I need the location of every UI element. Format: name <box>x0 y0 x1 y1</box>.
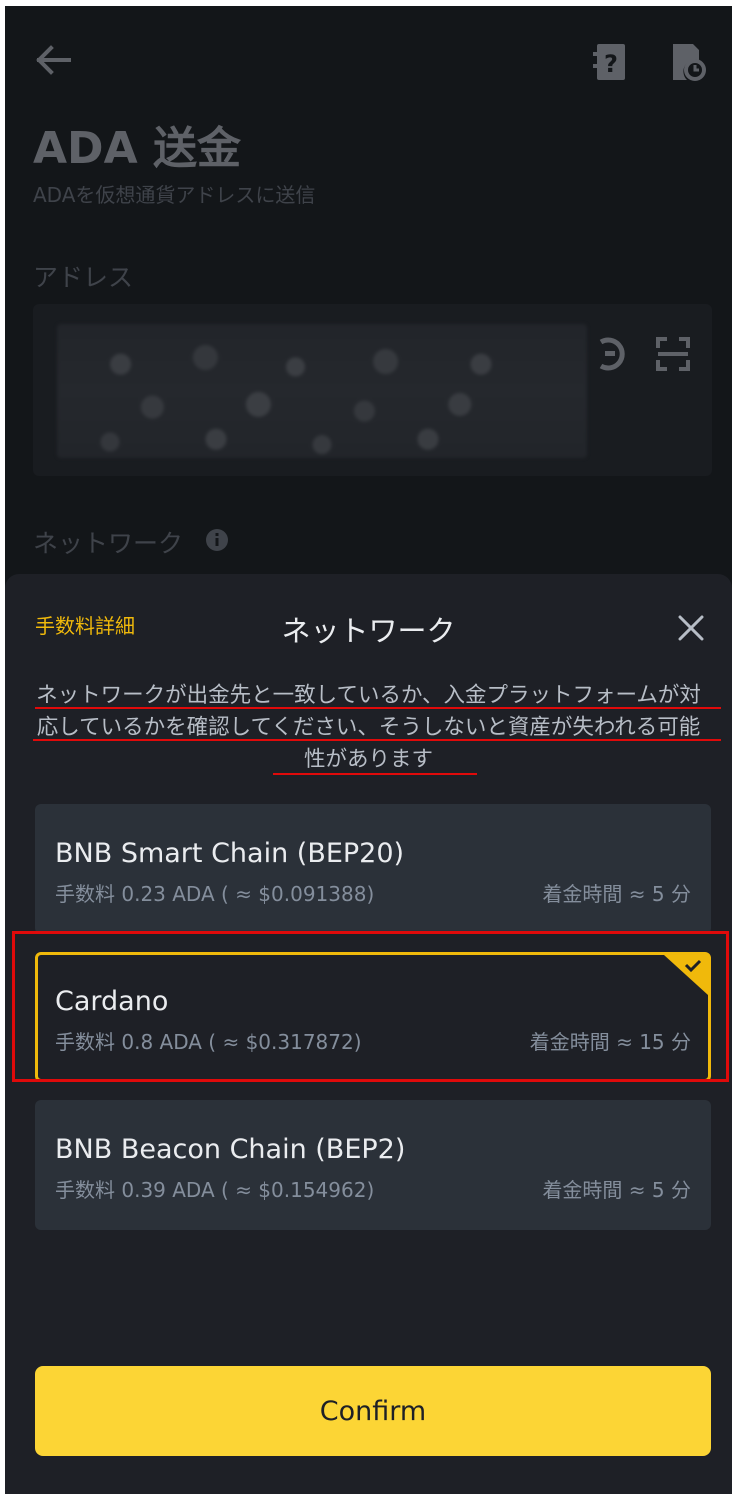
network-label: ネットワーク <box>33 529 184 558</box>
svg-text:?: ? <box>604 50 618 78</box>
sheet-title: ネットワーク <box>281 614 456 648</box>
contact-icon[interactable] <box>597 336 627 372</box>
network-warning: ネットワークが出金先と一致しているか、入金プラットフォームが対応しているかを確認… <box>36 683 701 772</box>
back-arrow-icon[interactable] <box>33 42 73 78</box>
network-name: Cardano <box>55 986 169 1017</box>
confirm-button[interactable]: Confirm <box>35 1366 711 1456</box>
address-input[interactable] <box>33 304 712 476</box>
network-arrival-time: 着金時間 ≈ 5 分 <box>542 1178 691 1202</box>
network-fee: 手数料 0.23 ADA ( ≈ $0.091388) <box>55 882 375 906</box>
network-name: BNB Beacon Chain (BEP2) <box>55 1134 406 1165</box>
checkmark-icon <box>664 955 708 995</box>
network-option-bep2[interactable]: BNB Beacon Chain (BEP2) 手数料 0.39 ADA ( ≈… <box>35 1100 711 1230</box>
network-arrival-time: 着金時間 ≈ 15 分 <box>529 1030 691 1054</box>
network-option-cardano[interactable]: Cardano 手数料 0.8 ADA ( ≈ $0.317872) 着金時間 … <box>35 952 711 1082</box>
network-fee: 手数料 0.8 ADA ( ≈ $0.317872) <box>55 1030 362 1054</box>
close-icon[interactable] <box>677 614 705 642</box>
screen: ? ADA 送金 ADAを仮想通貨アドレスに送信 アドレス ネットワーク 手数料… <box>5 6 732 1494</box>
network-arrival-time: 着金時間 ≈ 5 分 <box>542 882 691 906</box>
redacted-address <box>57 324 587 458</box>
info-icon[interactable] <box>205 528 229 552</box>
address-label: アドレス <box>33 263 134 292</box>
network-name: BNB Smart Chain (BEP20) <box>55 838 405 869</box>
scan-icon[interactable] <box>655 336 691 372</box>
network-option-bep20[interactable]: BNB Smart Chain (BEP20) 手数料 0.23 ADA ( ≈… <box>35 804 711 934</box>
page-title: ADA 送金 <box>33 123 241 174</box>
page-subtitle: ADAを仮想通貨アドレスに送信 <box>33 183 316 207</box>
network-bottom-sheet: 手数料詳細 ネットワーク ネットワークが出金先と一致しているか、入金プラットフォ… <box>5 574 732 1494</box>
network-fee: 手数料 0.39 ADA ( ≈ $0.154962) <box>55 1178 375 1202</box>
history-icon[interactable] <box>667 42 707 82</box>
help-icon[interactable]: ? <box>593 42 629 82</box>
